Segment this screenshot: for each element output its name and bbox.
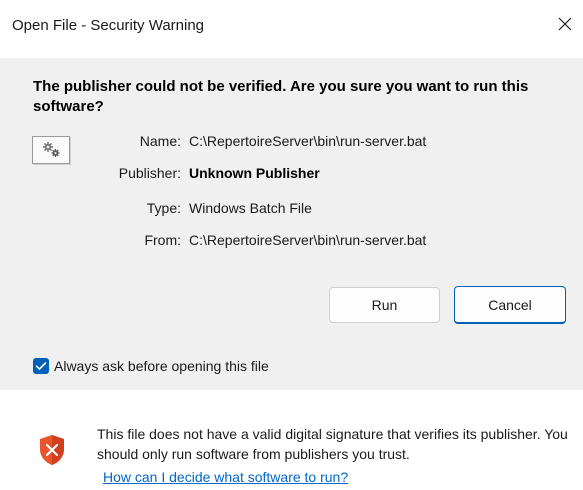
always-ask-checkbox-row[interactable]: Always ask before opening this file xyxy=(33,357,269,375)
cancel-button[interactable]: Cancel xyxy=(454,286,566,324)
shield-warning-icon xyxy=(40,435,64,465)
info-value: Windows Batch File xyxy=(189,200,312,216)
close-icon xyxy=(558,17,572,31)
always-ask-label: Always ask before opening this file xyxy=(54,358,269,374)
info-value: Unknown Publisher xyxy=(189,165,320,181)
always-ask-checkbox[interactable] xyxy=(33,358,49,374)
checkmark-icon xyxy=(35,362,47,370)
info-value: C:\RepertoireServer\bin\run-server.bat xyxy=(189,232,427,248)
info-label: Publisher: xyxy=(118,165,181,181)
info-value: C:\RepertoireServer\bin\run-server.bat xyxy=(189,133,427,149)
security-warning-dialog: Open File - Security Warning The publish… xyxy=(0,0,583,490)
content-area: The publisher could not be verified. Are… xyxy=(0,58,583,390)
info-label: From: xyxy=(144,232,181,248)
info-label: Name: xyxy=(139,133,181,149)
signature-warning-text: This file does not have a valid digital … xyxy=(97,426,568,462)
run-button[interactable]: Run xyxy=(329,287,440,323)
help-link[interactable]: How can I decide what software to run? xyxy=(103,467,348,487)
warning-heading: The publisher could not be verified. Are… xyxy=(33,78,529,115)
footer-area: This file does not have a valid digital … xyxy=(0,394,583,490)
close-button[interactable] xyxy=(551,10,579,38)
info-label: Type: xyxy=(146,200,181,216)
title-bar: Open File - Security Warning xyxy=(0,0,583,58)
window-title: Open File - Security Warning xyxy=(12,17,205,34)
